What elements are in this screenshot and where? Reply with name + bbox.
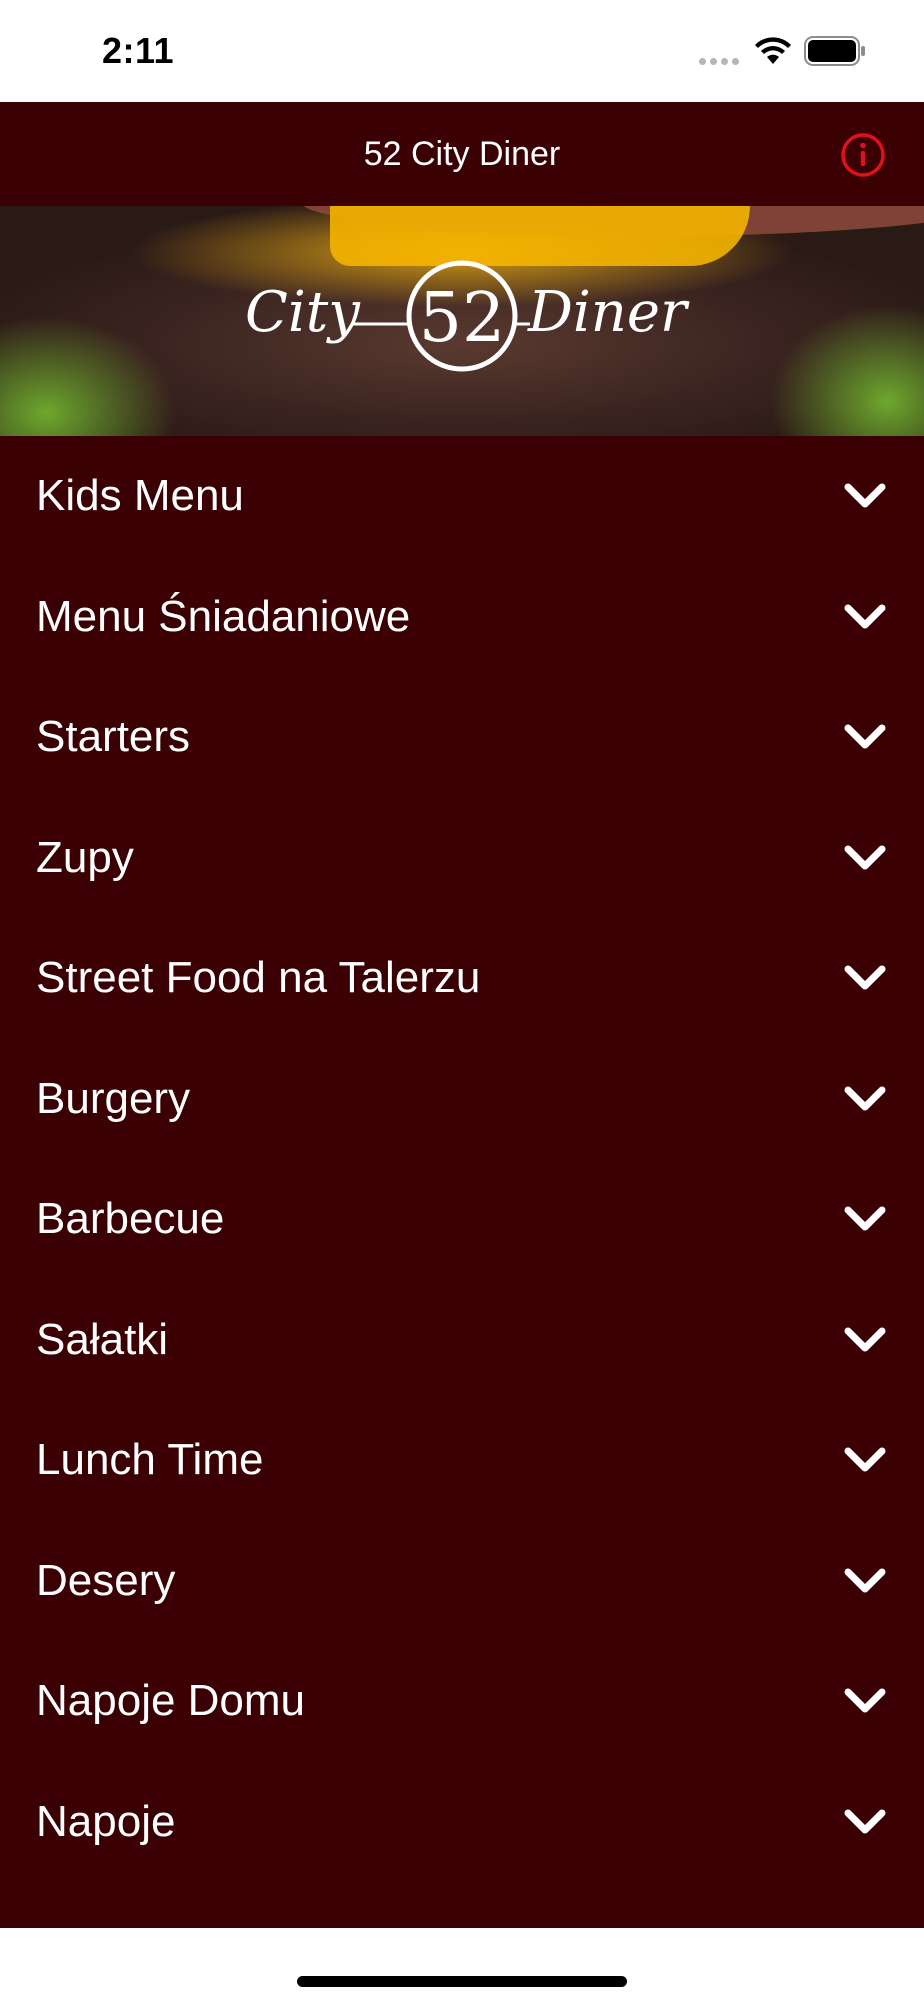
menu-item-salatki[interactable]: Sałatki (0, 1280, 924, 1401)
chevron-down-icon (844, 1809, 886, 1834)
menu-item-label: Napoje Domu (36, 1676, 306, 1726)
menu-item-street-food[interactable]: Street Food na Talerzu (0, 918, 924, 1039)
menu-category-list: Kids Menu Menu Śniadaniowe Starters Zupy… (0, 436, 924, 1928)
menu-item-label: Burgery (36, 1073, 191, 1123)
chevron-down-icon (844, 1447, 886, 1472)
chevron-down-icon (844, 604, 886, 629)
menu-item-label: Kids Menu (36, 471, 244, 521)
battery-icon (804, 36, 865, 66)
chevron-down-icon (844, 1206, 886, 1231)
chevron-down-icon (844, 1688, 886, 1713)
menu-item-label: Street Food na Talerzu (36, 953, 481, 1003)
svg-text:Diner: Diner (527, 280, 690, 345)
menu-item-barbecue[interactable]: Barbecue (0, 1159, 924, 1280)
menu-item-napoje-domu[interactable]: Napoje Domu (0, 1641, 924, 1762)
chevron-down-icon (844, 1327, 886, 1352)
status-time: 2:11 (102, 30, 175, 71)
menu-item-label: Sałatki (36, 1314, 169, 1364)
chevron-down-icon (844, 483, 886, 508)
hero-banner-image: City 52 Diner (0, 206, 924, 436)
menu-item-label: Lunch Time (36, 1435, 264, 1485)
restaurant-logo: City 52 Diner (245, 260, 690, 372)
menu-item-menu-sniadaniowe[interactable]: Menu Śniadaniowe (0, 557, 924, 678)
menu-item-label: Menu Śniadaniowe (36, 591, 411, 641)
cellular-signal-icon (699, 58, 739, 65)
navigation-bar: 52 City Diner (0, 102, 924, 206)
menu-item-napoje[interactable]: Napoje (0, 1762, 924, 1883)
svg-text:City: City (245, 280, 361, 345)
menu-item-label: Barbecue (36, 1194, 225, 1244)
menu-item-lunch-time[interactable]: Lunch Time (0, 1400, 924, 1521)
menu-item-burgery[interactable]: Burgery (0, 1039, 924, 1160)
menu-item-label: Zupy (36, 832, 134, 882)
home-indicator[interactable] (297, 1976, 627, 1987)
menu-item-zupy[interactable]: Zupy (0, 798, 924, 919)
bottom-safe-area (0, 1928, 924, 2000)
menu-item-kids-menu[interactable]: Kids Menu (0, 436, 924, 557)
chevron-down-icon (844, 1568, 886, 1593)
menu-item-label: Starters (36, 712, 191, 762)
wifi-icon (755, 37, 791, 64)
info-circle-icon[interactable] (840, 132, 886, 178)
page-title: 52 City Diner (363, 135, 561, 173)
svg-text:52: 52 (419, 279, 506, 358)
menu-item-desery[interactable]: Desery (0, 1521, 924, 1642)
menu-item-label: Desery (36, 1555, 176, 1605)
chevron-down-icon (844, 845, 886, 870)
status-bar: 2:11 (0, 0, 924, 102)
chevron-down-icon (844, 1086, 886, 1111)
chevron-down-icon (844, 965, 886, 990)
app-screen: 2:11 52 City Diner City 52 Diner Kids Me… (0, 0, 924, 2000)
chevron-down-icon (844, 724, 886, 749)
menu-item-starters[interactable]: Starters (0, 677, 924, 798)
menu-item-label: Napoje (36, 1796, 176, 1846)
